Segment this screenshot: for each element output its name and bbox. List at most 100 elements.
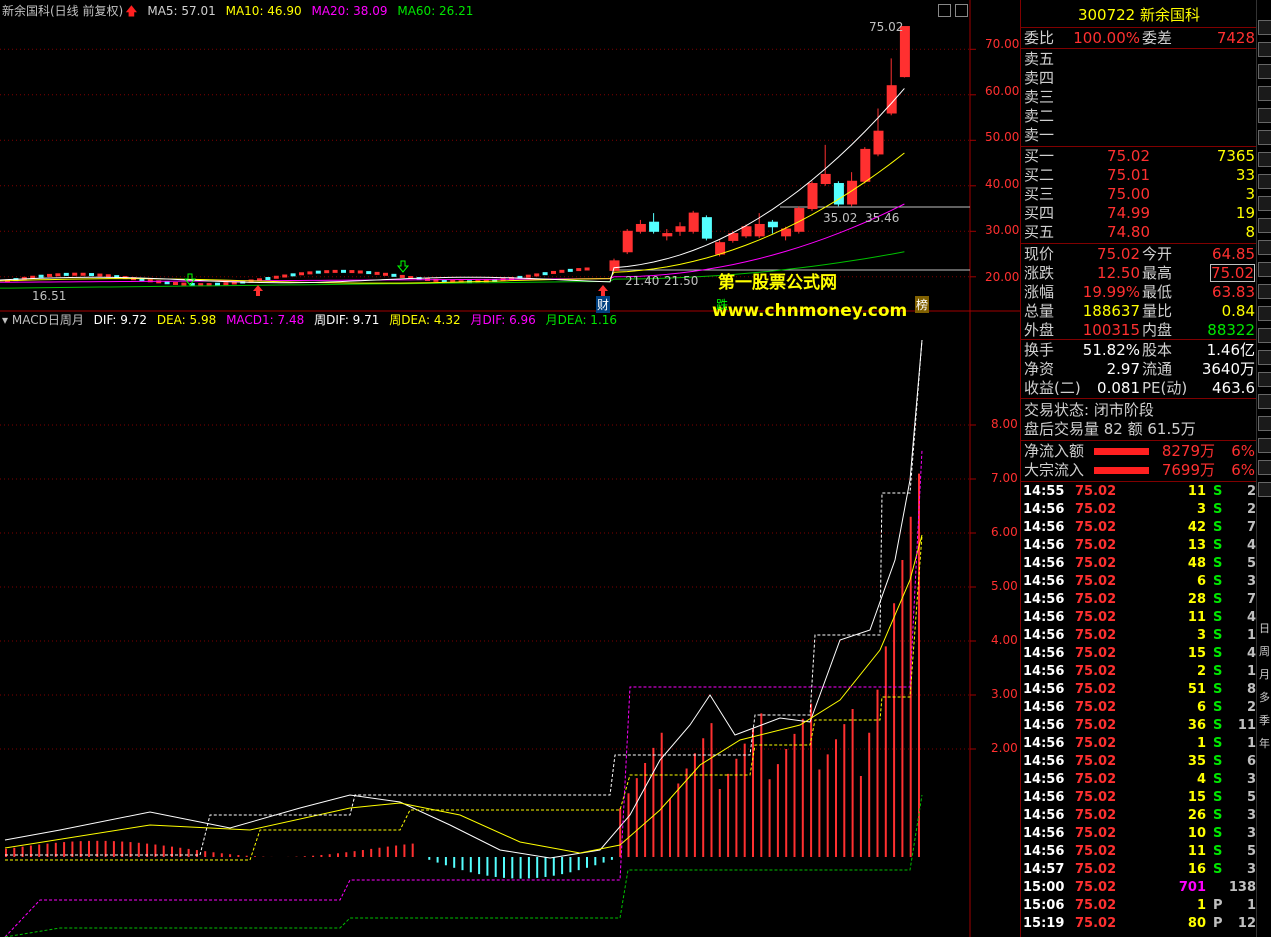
tick-row[interactable]: 15:00 75.02 701 138 [1023,879,1256,897]
toolbar-f10-icon[interactable] [1258,152,1271,167]
toolbar-chart-icon[interactable] [1258,64,1271,79]
tick-row[interactable]: 14:56 75.02 10 S 3 [1023,825,1256,843]
toolbar-misc-icon[interactable] [1258,438,1271,453]
wdea-label: 周DEA: 4.32 [389,313,461,327]
period-button[interactable]: 多 [1259,689,1270,705]
tick-row[interactable]: 14:56 75.02 2 S 1 [1023,663,1256,681]
tick-row[interactable]: 14:56 75.02 15 S 4 [1023,645,1256,663]
tick-price: 75.02 [1075,628,1117,643]
tick-row[interactable]: 14:56 75.02 35 S 6 [1023,753,1256,771]
toolbar-misc-icon[interactable] [1258,218,1271,233]
tick-row[interactable]: 14:56 75.02 1 S 1 [1023,735,1256,753]
tick-row[interactable]: 14:56 75.02 26 S 3 [1023,807,1256,825]
toolbar-f10-icon[interactable] [1258,372,1271,387]
bid-price: 75.01 [1107,166,1150,184]
tag-cai[interactable]: 财 [596,296,611,313]
tick-price: 75.02 [1075,484,1117,499]
tick-time: 14:56 [1023,700,1065,715]
tick-side: S [1213,808,1223,823]
period-button[interactable]: 日 [1259,620,1270,636]
toolbar-list-icon[interactable] [1258,262,1271,277]
toolbar-grid-icon[interactable] [1258,108,1271,123]
tick-time: 14:56 [1023,754,1065,769]
toolbar-rs-icon[interactable] [1258,416,1271,431]
toolbar-list-icon[interactable] [1258,482,1271,497]
tick-row[interactable]: 14:56 75.02 13 S 4 [1023,537,1256,555]
stat-label-2: 最低 [1142,283,1173,301]
tick-row[interactable]: 14:56 75.02 15 S 5 [1023,789,1256,807]
weibi-row: 委比 100.00% 委差 7428 [1024,29,1255,48]
ask-row[interactable]: 卖一 [1024,126,1255,145]
ask-row[interactable]: 卖二 [1024,107,1255,126]
tick-count: 3 [1246,826,1256,841]
tick-side: S [1213,592,1223,607]
tick-row[interactable]: 14:56 75.02 28 S 7 [1023,591,1256,609]
tick-price: 75.02 [1075,556,1117,571]
bid-row[interactable]: 买五 74.80 8 [1024,223,1255,242]
bid-row[interactable]: 买三 75.00 3 [1024,185,1255,204]
period-button[interactable]: 月 [1259,666,1270,682]
candle [576,268,582,272]
bid-row[interactable]: 买四 74.99 19 [1024,204,1255,223]
candle [105,274,111,278]
ma5-label: MA5: 57.01 [147,4,216,18]
toolbar-table-icon[interactable] [1258,306,1271,321]
toolbar-table-icon[interactable] [1258,86,1271,101]
toolbar-up-icon[interactable] [1258,460,1271,475]
ask-row[interactable]: 卖四 [1024,69,1255,88]
tick-volume: 51 [1187,682,1206,697]
tick-row[interactable]: 15:19 75.02 80 P 12 [1023,915,1256,933]
ask-row[interactable]: 卖三 [1024,88,1255,107]
tick-row[interactable]: 14:56 75.02 3 S 2 [1023,501,1256,519]
bid-row[interactable]: 买一 75.02 7365 [1024,147,1255,166]
toolbar-down-icon[interactable] [1258,174,1271,189]
macd-collapse-icon[interactable]: ▾ [2,313,8,327]
tick-row[interactable]: 15:06 75.02 1 P 1 [1023,897,1256,915]
toolbar-rs-icon[interactable] [1258,196,1271,211]
tick-row[interactable]: 14:56 75.02 51 S 8 [1023,681,1256,699]
toolbar-grid-icon[interactable] [1258,328,1271,343]
tick-price: 75.02 [1075,682,1117,697]
stat-value-2: 64.85 [1212,245,1255,263]
tick-row[interactable]: 14:56 75.02 11 S 5 [1023,843,1256,861]
window-max-icon[interactable] [955,4,968,17]
tick-row[interactable]: 14:56 75.02 36 S 11 [1023,717,1256,735]
toolbar-bars-icon[interactable] [1258,350,1271,365]
tick-row[interactable]: 14:56 75.02 6 S 3 [1023,573,1256,591]
ask-row[interactable]: 卖五 [1024,50,1255,69]
toolbar-bars-icon[interactable] [1258,130,1271,145]
toolbar-down-icon[interactable] [1258,394,1271,409]
tick-row[interactable]: 14:56 75.02 11 S 4 [1023,609,1256,627]
macd-header: ▾ MACD日周月 DIF: 9.72 DEA: 5.98 MACD1: 7.4… [2,312,623,328]
bid-row[interactable]: 买二 75.01 33 [1024,166,1255,185]
chart-canvas[interactable] [0,0,1020,937]
tick-row[interactable]: 14:56 75.02 3 S 1 [1023,627,1256,645]
tick-row[interactable]: 14:55 75.02 11 S 2 [1023,483,1256,501]
tick-time: 14:57 [1023,862,1065,877]
period-button[interactable]: 季 [1259,712,1270,728]
window-restore-icon[interactable] [938,4,951,17]
ma60-label: MA60: 26.21 [397,4,474,18]
tick-row[interactable]: 14:56 75.02 48 S 5 [1023,555,1256,573]
tick-row[interactable]: 14:56 75.02 4 S 3 [1023,771,1256,789]
candle [534,273,540,277]
candle-body [649,221,660,232]
period-button[interactable]: 周 [1259,643,1270,659]
after-hours: 盘后交易量 82 额 61.5万 [1024,420,1255,439]
tick-price: 75.02 [1075,916,1117,931]
tick-row[interactable]: 14:56 75.02 6 S 2 [1023,699,1256,717]
tick-row[interactable]: 14:57 75.02 16 S 3 [1023,861,1256,879]
tick-volume: 1 [1196,736,1206,751]
tick-side: S [1213,556,1223,571]
tag-die[interactable]: 跌 [716,296,728,313]
toolbar-up-icon[interactable] [1258,240,1271,255]
tick-price: 75.02 [1075,538,1117,553]
period-button[interactable]: 年 [1259,735,1270,751]
tick-count: 138 [1228,880,1256,895]
toolbar-chart-icon[interactable] [1258,284,1271,299]
toolbar-list-icon[interactable] [1258,42,1271,57]
tag-bang[interactable]: 榜 [915,296,930,313]
toolbar-up-icon[interactable] [1258,20,1271,35]
tick-row[interactable]: 14:56 75.02 42 S 7 [1023,519,1256,537]
chart-area[interactable]: 新余国科(日线 前复权) 🡅 MA5: 57.01 MA10: 46.90 MA2… [0,0,1020,937]
